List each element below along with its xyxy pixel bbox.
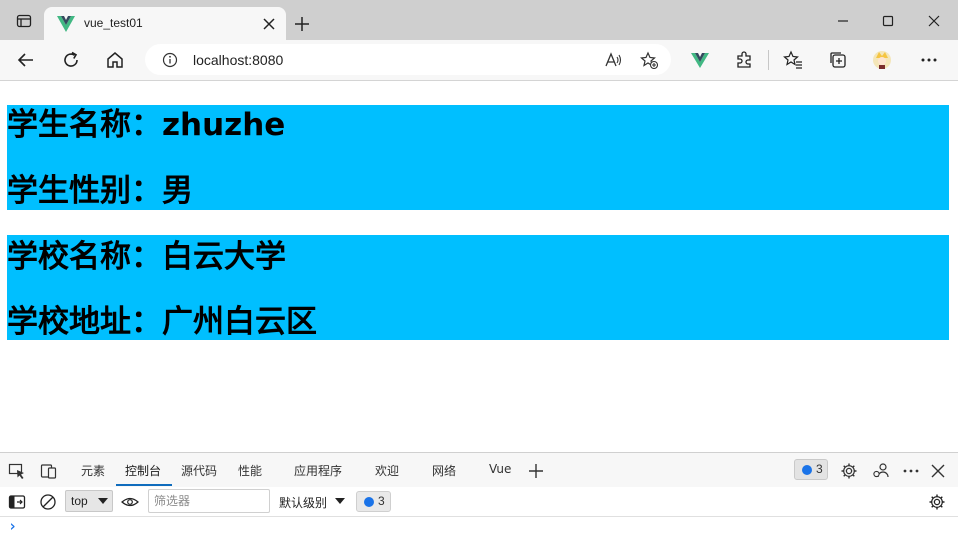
live-expression-eye-icon[interactable] — [121, 493, 139, 511]
student-card: 学生名称：zhuzhe 学生性别：男 — [7, 105, 949, 210]
home-icon[interactable] — [105, 50, 125, 70]
issues-icon — [364, 497, 374, 507]
tab-close-icon[interactable] — [263, 18, 275, 30]
filter-input[interactable] — [148, 489, 270, 513]
console-issues-badge[interactable]: 3 — [356, 491, 391, 512]
profile-avatar-icon[interactable] — [872, 50, 892, 70]
page-viewport: 学生名称：zhuzhe 学生性别：男 学校名称：白云大学 学校地址：广州白云区 — [0, 81, 958, 452]
add-favorite-icon[interactable] — [640, 51, 658, 69]
more-options-icon[interactable] — [919, 50, 939, 70]
console-prompt-chevron[interactable]: › — [8, 517, 28, 537]
tab-elements[interactable]: 元素 — [81, 462, 105, 479]
student-gender: 学生性别：男 — [7, 173, 193, 209]
context-selector[interactable]: top — [65, 490, 113, 512]
collections-icon[interactable] — [828, 50, 848, 70]
console-issues-count: 3 — [378, 494, 385, 508]
inspect-element-icon[interactable] — [8, 462, 26, 480]
customize-profile-icon[interactable] — [872, 462, 890, 480]
browser-titlebar: vue_test01 — [0, 0, 958, 41]
address-bar[interactable]: localhost:8080 — [145, 44, 671, 75]
refresh-icon[interactable] — [61, 50, 81, 70]
devtools-tabstrip: 元素 控制台 源代码 性能 应用程序 欢迎 网络 Vue 3 — [0, 452, 958, 488]
show-sidebar-icon[interactable] — [8, 493, 26, 511]
tab-network[interactable]: 网络 — [432, 462, 456, 479]
settings-gear-icon[interactable] — [840, 462, 858, 480]
url-text: localhost:8080 — [193, 52, 284, 68]
school-name: 学校名称：白云大学 — [7, 239, 286, 275]
school-address: 学校地址：广州白云区 — [7, 304, 317, 340]
log-level-selector[interactable]: 默认级别 — [279, 494, 327, 511]
devtools-close-icon[interactable] — [929, 462, 947, 480]
issues-icon — [802, 465, 812, 475]
tab-actions-icon[interactable] — [16, 13, 32, 29]
tab-welcome[interactable]: 欢迎 — [375, 462, 399, 479]
more-tabs-plus-icon[interactable] — [527, 462, 545, 480]
devtools-more-icon[interactable] — [902, 462, 920, 480]
context-label: top — [71, 494, 88, 508]
close-icon[interactable] — [927, 14, 941, 28]
issues-count: 3 — [816, 462, 823, 476]
chevron-down-icon — [335, 498, 345, 504]
clear-console-icon[interactable] — [39, 493, 57, 511]
back-icon[interactable] — [16, 50, 36, 70]
vue-devtools-extension-icon[interactable] — [690, 50, 710, 70]
console-toolbar: top 默认级别 3 — [0, 487, 958, 517]
tab-performance[interactable]: 性能 — [238, 462, 262, 479]
maximize-icon[interactable] — [881, 14, 895, 28]
browser-toolbar: localhost:8080 — [0, 40, 958, 81]
favorites-icon[interactable] — [783, 50, 803, 70]
student-name: 学生名称：zhuzhe — [7, 107, 286, 143]
browser-tab[interactable]: vue_test01 — [44, 7, 286, 41]
extensions-icon[interactable] — [734, 50, 754, 70]
school-card: 学校名称：白云大学 学校地址：广州白云区 — [7, 235, 949, 340]
tab-console[interactable]: 控制台 — [125, 462, 161, 479]
vue-logo-icon — [57, 16, 75, 32]
tab-vue[interactable]: Vue — [489, 462, 511, 476]
minimize-icon[interactable] — [836, 14, 850, 28]
site-info-icon[interactable] — [162, 52, 178, 68]
active-tab-indicator — [116, 484, 172, 486]
tab-application[interactable]: 应用程序 — [294, 462, 342, 479]
tab-title: vue_test01 — [84, 16, 143, 30]
toolbar-separator — [768, 50, 769, 70]
read-aloud-icon[interactable] — [604, 51, 622, 69]
new-tab-icon[interactable] — [294, 16, 310, 32]
tab-sources[interactable]: 源代码 — [181, 462, 217, 479]
issues-badge[interactable]: 3 — [794, 459, 828, 480]
console-settings-gear-icon[interactable] — [928, 493, 946, 511]
device-emulation-icon[interactable] — [40, 462, 58, 480]
chevron-down-icon — [98, 498, 108, 504]
